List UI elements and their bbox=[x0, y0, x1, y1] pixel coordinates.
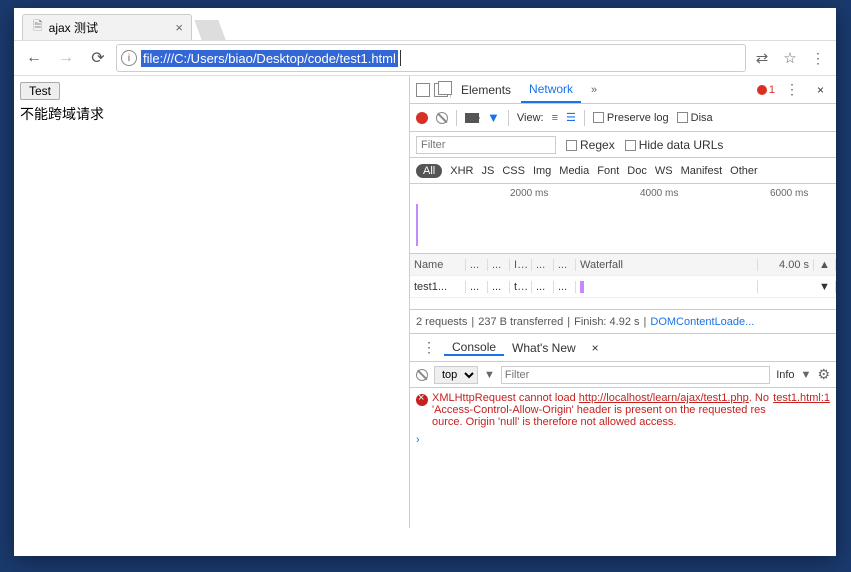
translate-icon[interactable]: ⇄ bbox=[750, 49, 774, 67]
back-button[interactable]: ← bbox=[20, 44, 48, 72]
type-css[interactable]: CSS bbox=[502, 165, 525, 177]
tab-console[interactable]: Console bbox=[444, 340, 504, 356]
clear-icon[interactable] bbox=[436, 112, 448, 124]
devtools-close-icon[interactable]: × bbox=[809, 76, 832, 103]
type-img[interactable]: Img bbox=[533, 165, 551, 177]
error-icon bbox=[416, 394, 428, 406]
type-manifest[interactable]: Manifest bbox=[681, 165, 723, 177]
scroll-down-icon[interactable]: ▼ bbox=[814, 281, 836, 293]
tab-title: ajax 测试 bbox=[49, 19, 98, 36]
view-label: View: bbox=[517, 112, 544, 124]
address-bar[interactable]: i file:///C:/Users/biao/Desktop/code/tes… bbox=[116, 44, 746, 72]
gear-icon[interactable]: ⚙ bbox=[817, 366, 830, 383]
forward-button: → bbox=[52, 44, 80, 72]
screenshot-icon[interactable] bbox=[465, 113, 479, 123]
table-row[interactable]: test1... ...... te... ...... ▼ bbox=[410, 276, 836, 298]
console-filter-input[interactable] bbox=[501, 366, 770, 384]
network-filter-input[interactable] bbox=[416, 136, 556, 154]
console-prompt[interactable]: › bbox=[416, 434, 830, 446]
record-icon[interactable] bbox=[416, 112, 428, 124]
site-info-icon[interactable]: i bbox=[121, 50, 137, 66]
test-button[interactable]: Test bbox=[20, 82, 60, 100]
filter-icon[interactable]: ▼ bbox=[487, 110, 500, 125]
type-font[interactable]: Font bbox=[597, 165, 619, 177]
regex-checkbox[interactable]: Regex bbox=[566, 138, 615, 152]
device-icon[interactable] bbox=[434, 83, 448, 97]
tab-whatsnew[interactable]: What's New bbox=[504, 341, 584, 355]
error-url[interactable]: http://localhost/learn/ajax/test1.php bbox=[579, 392, 749, 404]
type-ws[interactable]: WS bbox=[655, 165, 673, 177]
tab-elements[interactable]: Elements bbox=[453, 76, 519, 103]
devtools-panel: Elements Network » 1 ⋮ × ▼ View: ≡ ☰ Pre… bbox=[409, 76, 836, 528]
type-all[interactable]: All bbox=[416, 164, 442, 178]
type-media[interactable]: Media bbox=[559, 165, 589, 177]
type-other[interactable]: Other bbox=[730, 165, 758, 177]
file-icon: 🗎 bbox=[33, 17, 43, 38]
hide-data-urls-checkbox[interactable]: Hide data URLs bbox=[625, 138, 724, 152]
disable-cache-checkbox[interactable]: Disa bbox=[677, 112, 713, 124]
menu-icon[interactable]: ⋮ bbox=[806, 50, 830, 67]
reload-button[interactable]: ⟳ bbox=[84, 44, 112, 72]
view-small-icon[interactable]: ☰ bbox=[566, 111, 576, 124]
console-error[interactable]: XMLHttpRequest cannot load http://localh… bbox=[416, 392, 830, 428]
type-xhr[interactable]: XHR bbox=[450, 165, 473, 177]
console-level-select[interactable]: Info bbox=[776, 369, 794, 381]
tab-close-icon[interactable]: × bbox=[175, 20, 183, 35]
error-badge[interactable]: 1 bbox=[757, 84, 775, 96]
network-timeline[interactable]: 2000 ms 4000 ms 6000 ms bbox=[410, 184, 836, 254]
view-large-icon[interactable]: ≡ bbox=[552, 112, 558, 124]
network-summary: 2 requests| 237 B transferred| Finish: 4… bbox=[410, 310, 836, 334]
type-doc[interactable]: Doc bbox=[627, 165, 647, 177]
bookmark-icon[interactable]: ☆ bbox=[778, 49, 802, 67]
url-text: file:///C:/Users/biao/Desktop/code/test1… bbox=[141, 50, 398, 67]
tab-more[interactable]: » bbox=[583, 76, 605, 103]
drawer-close-icon[interactable]: × bbox=[584, 341, 607, 355]
table-header: Name ...... Ini... ...... Waterfall 4.00… bbox=[410, 254, 836, 276]
console-scope-select[interactable]: top bbox=[434, 366, 478, 384]
tab-network[interactable]: Network bbox=[521, 76, 581, 103]
page-message: 不能跨域请求 bbox=[20, 104, 403, 124]
text-cursor bbox=[400, 50, 401, 66]
devtools-menu-icon[interactable]: ⋮ bbox=[777, 76, 807, 103]
type-js[interactable]: JS bbox=[481, 165, 494, 177]
error-source[interactable]: test1.html:1 bbox=[773, 392, 830, 428]
console-clear-icon[interactable] bbox=[416, 369, 428, 381]
page-content: Test 不能跨域请求 bbox=[14, 76, 409, 528]
browser-tab[interactable]: 🗎 ajax 测试 × bbox=[22, 14, 192, 40]
drawer-menu-icon[interactable]: ⋮ bbox=[414, 339, 444, 356]
timeline-bar bbox=[416, 204, 418, 246]
new-tab-button[interactable] bbox=[194, 20, 225, 40]
inspect-icon[interactable] bbox=[416, 83, 430, 97]
console-output: XMLHttpRequest cannot load http://localh… bbox=[410, 388, 836, 528]
preserve-log-checkbox[interactable]: Preserve log bbox=[593, 112, 669, 124]
scroll-up-icon[interactable]: ▲ bbox=[814, 259, 836, 271]
